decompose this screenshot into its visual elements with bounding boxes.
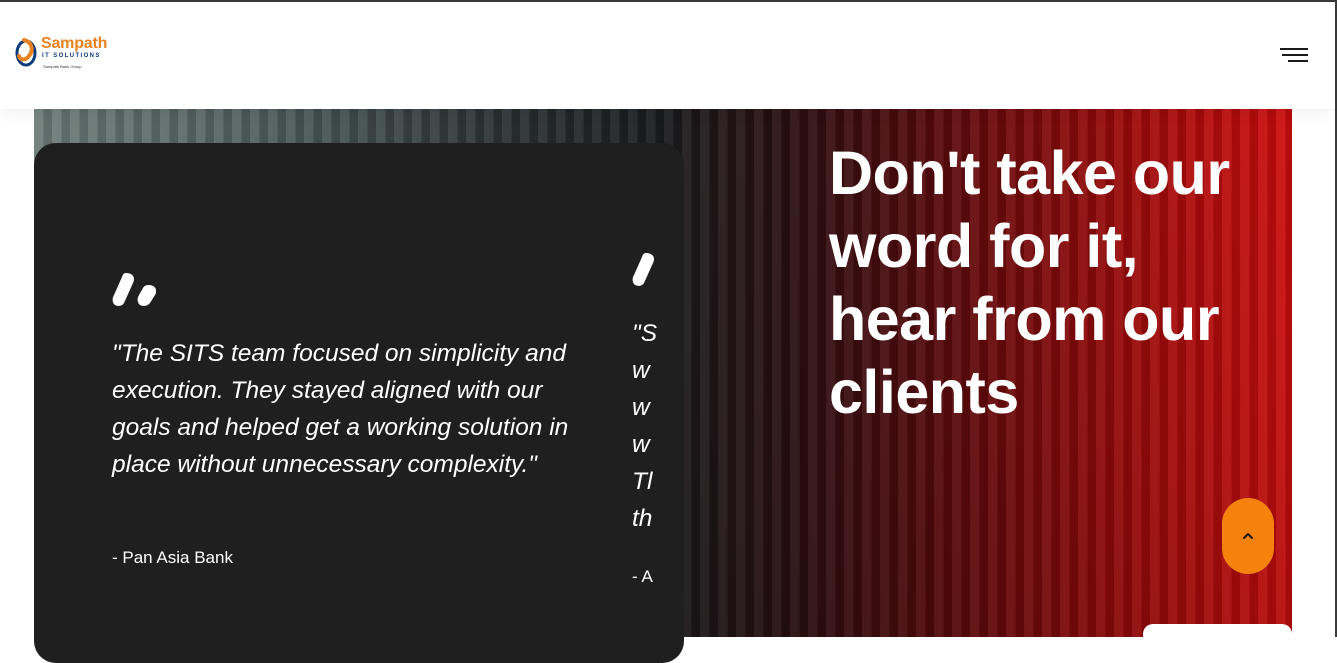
testimonial-carousel[interactable]: "The SITS team focused on simplicity and… bbox=[34, 143, 684, 663]
scroll-to-top-button[interactable] bbox=[1222, 498, 1274, 574]
quote-icon bbox=[632, 253, 655, 286]
logo-group-text: Sampath Bank Group bbox=[43, 64, 82, 69]
quote-icon bbox=[112, 273, 156, 306]
logo-subtitle: IT SOLUTIONS bbox=[42, 53, 101, 59]
testimonial-author: - A bbox=[632, 567, 653, 586]
logo-mark-icon bbox=[15, 38, 37, 67]
testimonial-quote: "The SITS team focused on simplicity and… bbox=[112, 340, 569, 478]
menu-button[interactable] bbox=[1280, 46, 1310, 66]
logo-brand-text: Sampath bbox=[41, 35, 108, 52]
testimonial-quote: "S w w w Tl th bbox=[632, 320, 658, 532]
section-headline: Don't take our word for it, hear from ou… bbox=[829, 139, 1230, 426]
testimonial-slide: "The SITS team focused on simplicity and… bbox=[112, 143, 592, 663]
hamburger-icon bbox=[1280, 48, 1308, 62]
site-header: Sampath IT SOLUTIONS Sampath Bank Group bbox=[0, 2, 1335, 109]
floating-panel-edge[interactable] bbox=[1143, 624, 1292, 644]
testimonial-author: - Pan Asia Bank bbox=[112, 548, 233, 567]
company-logo[interactable]: Sampath IT SOLUTIONS Sampath Bank Group bbox=[15, 32, 115, 78]
testimonial-slide-next: "S w w w Tl th - A bbox=[632, 143, 684, 663]
chevron-up-icon bbox=[1243, 533, 1253, 539]
